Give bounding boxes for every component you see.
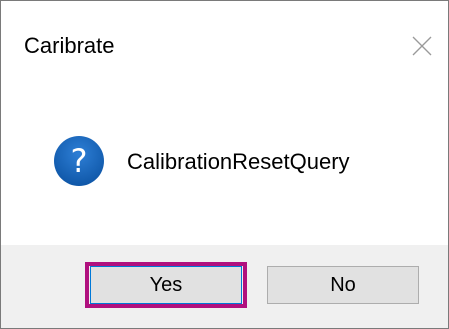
title-bar: Caribrate [1, 1, 448, 89]
yes-button[interactable]: Yes [90, 266, 242, 304]
svg-text:?: ? [71, 142, 88, 180]
message-dialog: Caribrate ? CalibrationResetQuery Yes No [0, 0, 449, 329]
button-bar: Yes No [1, 245, 448, 328]
dialog-title: Caribrate [24, 33, 115, 58]
close-button[interactable] [399, 23, 445, 69]
dialog-content: ? CalibrationResetQuery [1, 89, 448, 245]
question-icon: ? [54, 136, 104, 186]
close-icon [412, 36, 432, 56]
dialog-message: CalibrationResetQuery [127, 149, 350, 174]
no-button[interactable]: No [267, 266, 419, 304]
